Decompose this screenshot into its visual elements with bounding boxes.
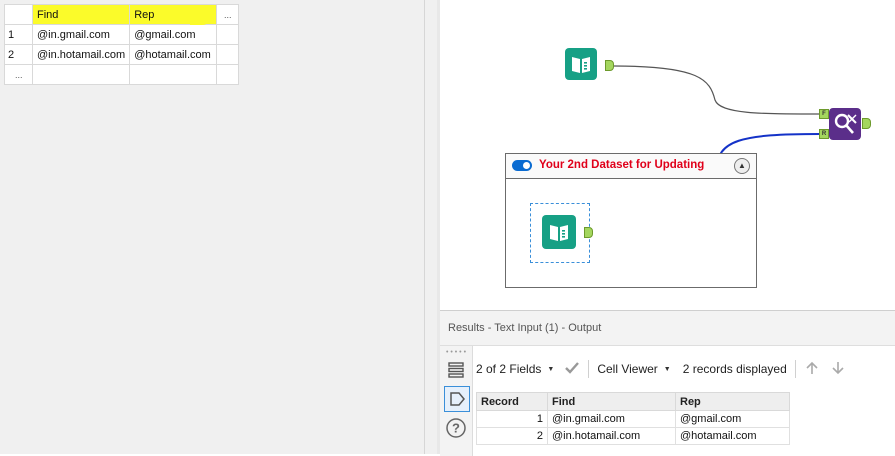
cell-viewer-label: Cell Viewer	[597, 362, 658, 376]
row-number-header	[4, 4, 33, 25]
column-header-find[interactable]: Find	[547, 392, 676, 411]
chevron-up-icon[interactable]: ▲	[734, 158, 750, 174]
container-title: Your 2nd Dataset for Updating	[539, 159, 705, 171]
cell-rep[interactable]: @hotamail.com	[129, 44, 218, 65]
metadata-tag-icon[interactable]	[444, 386, 470, 412]
book-icon	[550, 225, 568, 241]
cell-record[interactable]: 1	[476, 410, 548, 428]
book-icon	[572, 57, 590, 73]
text-input-row: 2 @in.hotamail.com @hotamail.com	[4, 44, 240, 65]
row-number: 1	[4, 24, 33, 45]
text-input-row: 1 @in.gmail.com @gmail.com	[4, 24, 240, 45]
results-body: • • • • • ? 2 of 2 Fields ▼ Cell Viewer	[440, 345, 895, 456]
toolbar-divider	[588, 360, 590, 378]
results-toolbar: 2 of 2 Fields ▼ Cell Viewer ▼ 2 records …	[476, 358, 846, 380]
column-header-rep[interactable]: Rep	[675, 392, 790, 411]
text-input-tool[interactable]	[565, 48, 597, 80]
cell-empty[interactable]	[216, 24, 240, 45]
input-anchor-replace[interactable]: R	[819, 129, 829, 139]
text-input-tool-2[interactable]	[542, 215, 576, 249]
cell-viewer-dropdown[interactable]: Cell Viewer ▼	[597, 362, 670, 376]
cell-find[interactable]: @in.gmail.com	[547, 410, 676, 428]
results-side-rail: • • • • • ?	[440, 346, 473, 456]
container-enable-toggle[interactable]	[512, 160, 532, 171]
results-header-row: Record Find Rep	[476, 392, 790, 411]
table-row[interactable]: 1 @in.gmail.com @gmail.com	[476, 410, 790, 428]
records-count: 2 records displayed	[682, 362, 787, 376]
add-row: ...	[4, 64, 240, 85]
cell-rep[interactable]: @gmail.com	[675, 410, 790, 428]
cell-empty[interactable]	[129, 64, 218, 85]
svg-text:?: ?	[452, 421, 460, 436]
checkmark-icon[interactable]	[564, 361, 580, 378]
connection-wire-find	[613, 65, 821, 115]
add-column-cell[interactable]: ...	[216, 4, 240, 25]
cell-empty[interactable]	[216, 64, 240, 85]
cell-empty[interactable]	[31, 64, 131, 85]
help-icon[interactable]: ?	[444, 416, 468, 440]
results-title: Results - Text Input (1) - Output	[448, 322, 602, 334]
highlighter-mark	[190, 5, 212, 25]
text-input-panel: Find Rep ... 1 @in.gmail.com @gmail.com …	[0, 0, 425, 454]
cell-record[interactable]: 2	[476, 427, 548, 445]
list-view-icon[interactable]	[444, 358, 468, 382]
output-anchor[interactable]	[862, 118, 871, 129]
add-row-cell[interactable]: ...	[4, 64, 33, 85]
cell-rep[interactable]: @hotamail.com	[675, 427, 790, 445]
container-header[interactable]: Your 2nd Dataset for Updating ▲	[506, 154, 756, 179]
arrow-up-icon[interactable]	[804, 360, 820, 379]
row-number: 2	[4, 44, 33, 65]
toolbar-divider	[794, 360, 796, 378]
output-anchor[interactable]	[605, 60, 614, 71]
chevron-down-icon: ▼	[547, 365, 555, 373]
grip-handle[interactable]: • • • • •	[446, 349, 466, 356]
column-header-record[interactable]: Record	[476, 392, 548, 411]
cell-empty[interactable]	[216, 44, 240, 65]
input-anchor-find[interactable]: F	[819, 109, 829, 119]
fields-dropdown[interactable]: 2 of 2 Fields ▼	[476, 362, 554, 376]
vertical-scrollbar[interactable]	[424, 0, 438, 454]
column-header-find[interactable]: Find	[31, 4, 131, 25]
arrow-down-icon[interactable]	[830, 360, 846, 379]
chevron-down-icon: ▼	[663, 365, 671, 373]
workflow-canvas[interactable]: F R Your 2nd Dataset for Updating ▲	[440, 0, 895, 310]
output-anchor[interactable]	[584, 227, 593, 238]
cell-find[interactable]: @in.hotamail.com	[547, 427, 676, 445]
find-replace-icon	[834, 113, 857, 134]
find-replace-tool[interactable]	[829, 108, 861, 140]
cell-find[interactable]: @in.hotamail.com	[31, 44, 131, 65]
tool-container[interactable]: Your 2nd Dataset for Updating ▲	[505, 153, 757, 288]
cell-rep[interactable]: @gmail.com	[129, 24, 218, 45]
table-row[interactable]: 2 @in.hotamail.com @hotamail.com	[476, 427, 790, 445]
cell-find[interactable]: @in.gmail.com	[31, 24, 131, 45]
results-panel: Results - Text Input (1) - Output • • • …	[440, 310, 895, 456]
results-grid: Record Find Rep 1 @in.gmail.com @gmail.c…	[476, 392, 790, 445]
fields-label: 2 of 2 Fields	[476, 362, 542, 376]
